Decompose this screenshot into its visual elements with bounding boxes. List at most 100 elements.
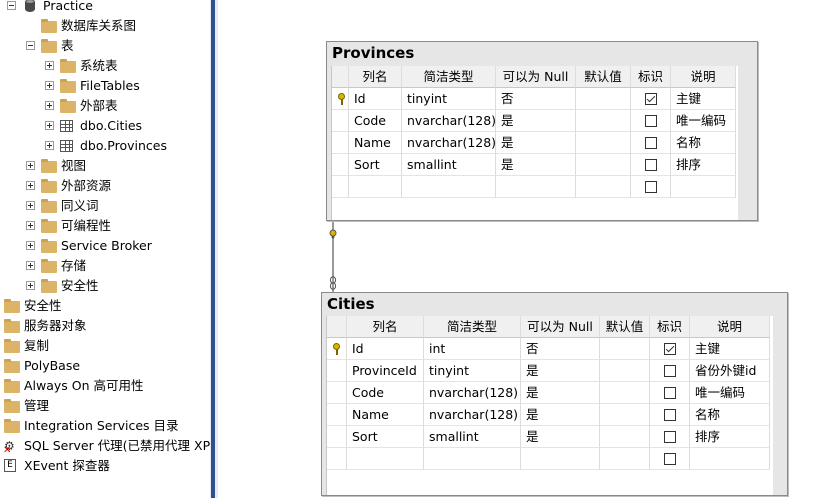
- identity-checkbox[interactable]: [645, 115, 657, 127]
- tree-item-3[interactable]: 系统表: [0, 56, 210, 76]
- tree-item-1[interactable]: 数据库关系图: [0, 16, 210, 36]
- type-cell[interactable]: [402, 176, 496, 198]
- name-cell[interactable]: Sort: [347, 426, 424, 448]
- panel-splitter[interactable]: [210, 0, 218, 498]
- expand-icon[interactable]: [45, 61, 54, 70]
- column-row[interactable]: [327, 448, 773, 470]
- expand-icon[interactable]: [45, 121, 54, 130]
- tree-item-5[interactable]: 外部表: [0, 96, 210, 116]
- default-cell[interactable]: [600, 338, 650, 360]
- type-cell[interactable]: nvarchar(128): [424, 404, 521, 426]
- type-cell[interactable]: [424, 448, 521, 470]
- column-row[interactable]: Id tinyint 否 主键: [332, 88, 738, 110]
- default-cell[interactable]: [576, 88, 631, 110]
- row-selector[interactable]: [332, 88, 349, 110]
- nullable-cell[interactable]: 是: [521, 382, 600, 404]
- name-cell[interactable]: [347, 448, 424, 470]
- row-selector[interactable]: [327, 404, 347, 426]
- tree-item-12[interactable]: Service Broker: [0, 236, 210, 256]
- desc-cell[interactable]: 省份外键id: [690, 360, 770, 382]
- identity-cell[interactable]: [631, 176, 671, 198]
- tree-item-23[interactable]: E XEvent 探查器: [0, 456, 210, 476]
- name-cell[interactable]: Code: [347, 382, 424, 404]
- identity-checkbox[interactable]: [664, 343, 676, 355]
- column-row[interactable]: [332, 176, 738, 198]
- tree-item-8[interactable]: 视图: [0, 156, 210, 176]
- default-cell[interactable]: [576, 132, 631, 154]
- nullable-cell[interactable]: 是: [496, 154, 576, 176]
- provinces-table-title[interactable]: Provinces: [327, 42, 757, 62]
- column-header[interactable]: 可以为 Null: [521, 316, 600, 338]
- tree-item-11[interactable]: 可编程性: [0, 216, 210, 236]
- row-selector[interactable]: [332, 154, 349, 176]
- expand-icon[interactable]: [26, 261, 35, 270]
- desc-cell[interactable]: 唯一编码: [671, 110, 736, 132]
- nullable-cell[interactable]: 是: [521, 404, 600, 426]
- identity-checkbox[interactable]: [664, 431, 676, 443]
- row-selector[interactable]: [332, 110, 349, 132]
- type-cell[interactable]: int: [424, 338, 521, 360]
- column-header[interactable]: 说明: [690, 316, 770, 338]
- tree-item-18[interactable]: PolyBase: [0, 356, 210, 376]
- identity-checkbox[interactable]: [645, 181, 657, 193]
- desc-cell[interactable]: 主键: [671, 88, 736, 110]
- row-selector[interactable]: [327, 360, 347, 382]
- column-header[interactable]: 简洁类型: [402, 66, 496, 88]
- column-header[interactable]: 说明: [671, 66, 736, 88]
- row-selector[interactable]: [327, 448, 347, 470]
- default-cell[interactable]: [600, 404, 650, 426]
- identity-checkbox[interactable]: [645, 93, 657, 105]
- identity-cell[interactable]: [631, 110, 671, 132]
- type-cell[interactable]: nvarchar(128): [402, 110, 496, 132]
- tree-item-0[interactable]: Practice: [0, 0, 210, 16]
- default-cell[interactable]: [576, 176, 631, 198]
- type-cell[interactable]: smallint: [402, 154, 496, 176]
- tree-item-14[interactable]: 安全性: [0, 276, 210, 296]
- desc-cell[interactable]: 唯一编码: [690, 382, 770, 404]
- name-cell[interactable]: Code: [349, 110, 402, 132]
- default-cell[interactable]: [600, 426, 650, 448]
- tree-item-4[interactable]: FileTables: [0, 76, 210, 96]
- identity-checkbox[interactable]: [645, 159, 657, 171]
- expand-icon[interactable]: [26, 281, 35, 290]
- nullable-cell[interactable]: 否: [496, 88, 576, 110]
- desc-cell[interactable]: 名称: [671, 132, 736, 154]
- collapse-icon[interactable]: [7, 1, 16, 10]
- tree-item-22[interactable]: ⚙ ✕ SQL Server 代理(已禁用代理 XP): [0, 436, 210, 456]
- identity-cell[interactable]: [650, 426, 690, 448]
- name-cell[interactable]: Name: [349, 132, 402, 154]
- identity-cell[interactable]: [650, 338, 690, 360]
- column-row[interactable]: Name nvarchar(128) 是 名称: [332, 132, 738, 154]
- identity-cell[interactable]: [650, 404, 690, 426]
- expand-icon[interactable]: [26, 201, 35, 210]
- cities-table-box[interactable]: Cities 列名 简洁类型 可以为 Null 默认值 标识 说明 Id int 否主键 Prov…: [321, 292, 788, 496]
- desc-cell[interactable]: 名称: [690, 404, 770, 426]
- row-selector[interactable]: [332, 176, 349, 198]
- column-header[interactable]: 可以为 Null: [496, 66, 576, 88]
- name-cell[interactable]: Name: [347, 404, 424, 426]
- identity-checkbox[interactable]: [664, 409, 676, 421]
- column-header[interactable]: 列名: [349, 66, 402, 88]
- identity-cell[interactable]: [631, 88, 671, 110]
- column-row[interactable]: Sort smallint 是 排序: [327, 426, 773, 448]
- column-row[interactable]: Sort smallint 是 排序: [332, 154, 738, 176]
- default-cell[interactable]: [600, 360, 650, 382]
- tree-item-19[interactable]: Always On 高可用性: [0, 376, 210, 396]
- cities-table-title[interactable]: Cities: [322, 293, 787, 313]
- row-selector[interactable]: [327, 382, 347, 404]
- tree-item-16[interactable]: 服务器对象: [0, 316, 210, 336]
- type-cell[interactable]: tinyint: [402, 88, 496, 110]
- column-row[interactable]: Id int 否 主键: [327, 338, 773, 360]
- desc-cell[interactable]: [671, 176, 736, 198]
- tree-item-6[interactable]: dbo.Cities: [0, 116, 210, 136]
- tree-item-2[interactable]: 表: [0, 36, 210, 56]
- nullable-cell[interactable]: 是: [496, 110, 576, 132]
- expand-icon[interactable]: [26, 181, 35, 190]
- column-header[interactable]: 简洁类型: [424, 316, 521, 338]
- column-header[interactable]: 标识: [631, 66, 671, 88]
- column-row[interactable]: Code nvarchar(128) 是 唯一编码: [327, 382, 773, 404]
- default-cell[interactable]: [600, 448, 650, 470]
- nullable-cell[interactable]: 是: [521, 360, 600, 382]
- default-cell[interactable]: [576, 154, 631, 176]
- tree-item-9[interactable]: 外部资源: [0, 176, 210, 196]
